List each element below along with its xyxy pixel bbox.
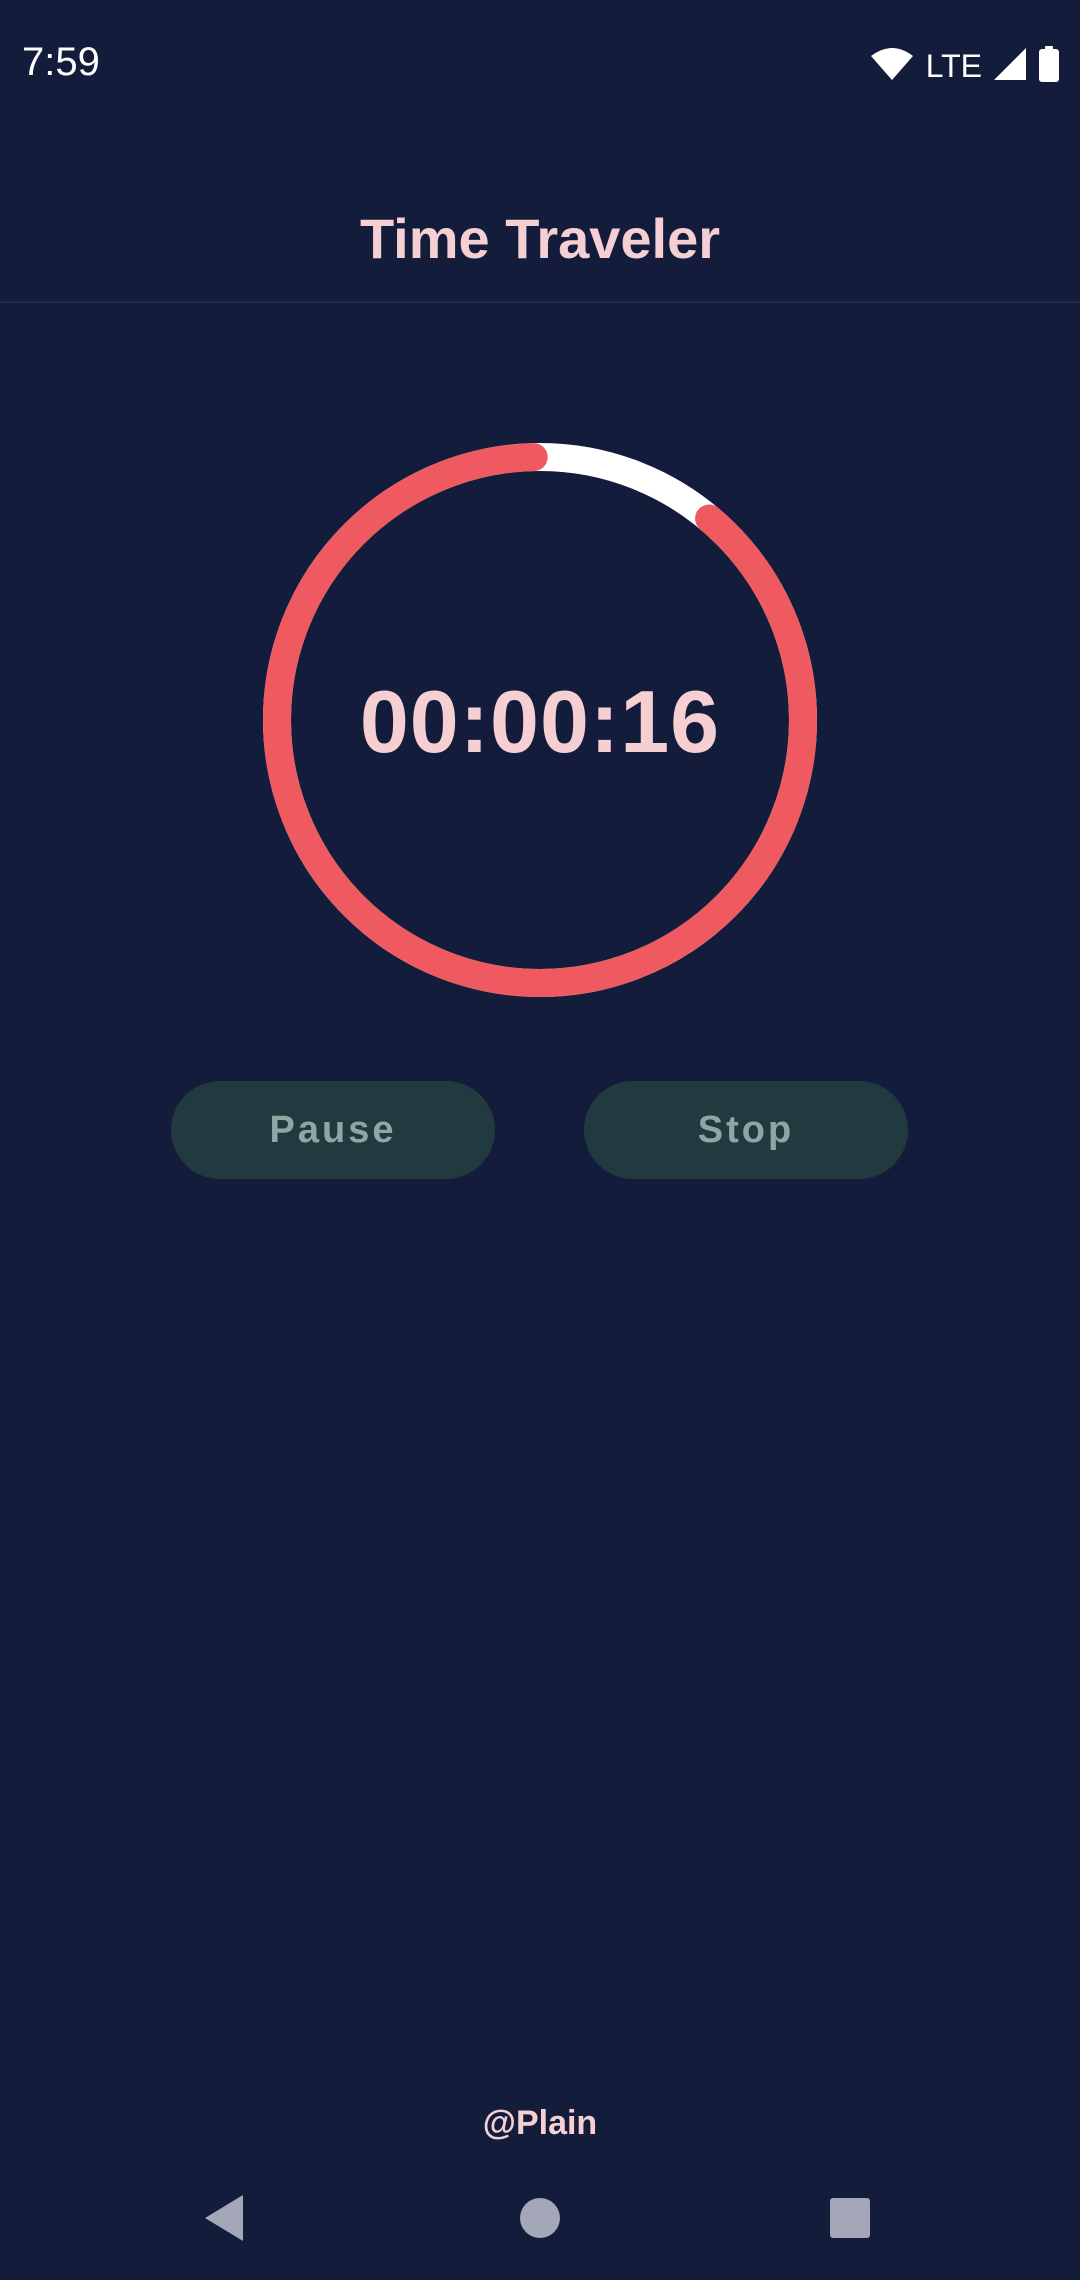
- app-title: Time Traveler: [359, 207, 721, 270]
- stop-button[interactable]: Stop: [584, 1081, 908, 1179]
- network-type: LTE: [925, 47, 982, 84]
- navigation-bar: [0, 2160, 1080, 2280]
- wifi-icon: [870, 47, 914, 86]
- timer-display: 00:00:16: [359, 672, 721, 771]
- app-screen: 7:59 LTE Time Traveler 00:00:16 Pause St…: [0, 0, 1080, 2280]
- footer-handle: @Plain: [482, 2104, 598, 2142]
- recents-button[interactable]: [820, 2188, 880, 2248]
- home-button[interactable]: [510, 2188, 570, 2248]
- status-time: 7:59: [22, 40, 100, 84]
- battery-icon: [1038, 45, 1060, 87]
- timer-ring: 00:00:16: [263, 443, 817, 997]
- back-icon: [205, 2195, 243, 2241]
- home-icon: [520, 2198, 560, 2238]
- status-bar: 7:59 LTE: [0, 0, 1080, 136]
- cell-signal-icon: [992, 46, 1028, 87]
- back-button[interactable]: [195, 2188, 255, 2248]
- app-header: Time Traveler: [0, 136, 1080, 303]
- status-icons: LTE: [870, 44, 1060, 88]
- pause-button[interactable]: Pause: [171, 1081, 495, 1179]
- recents-icon: [830, 2198, 870, 2238]
